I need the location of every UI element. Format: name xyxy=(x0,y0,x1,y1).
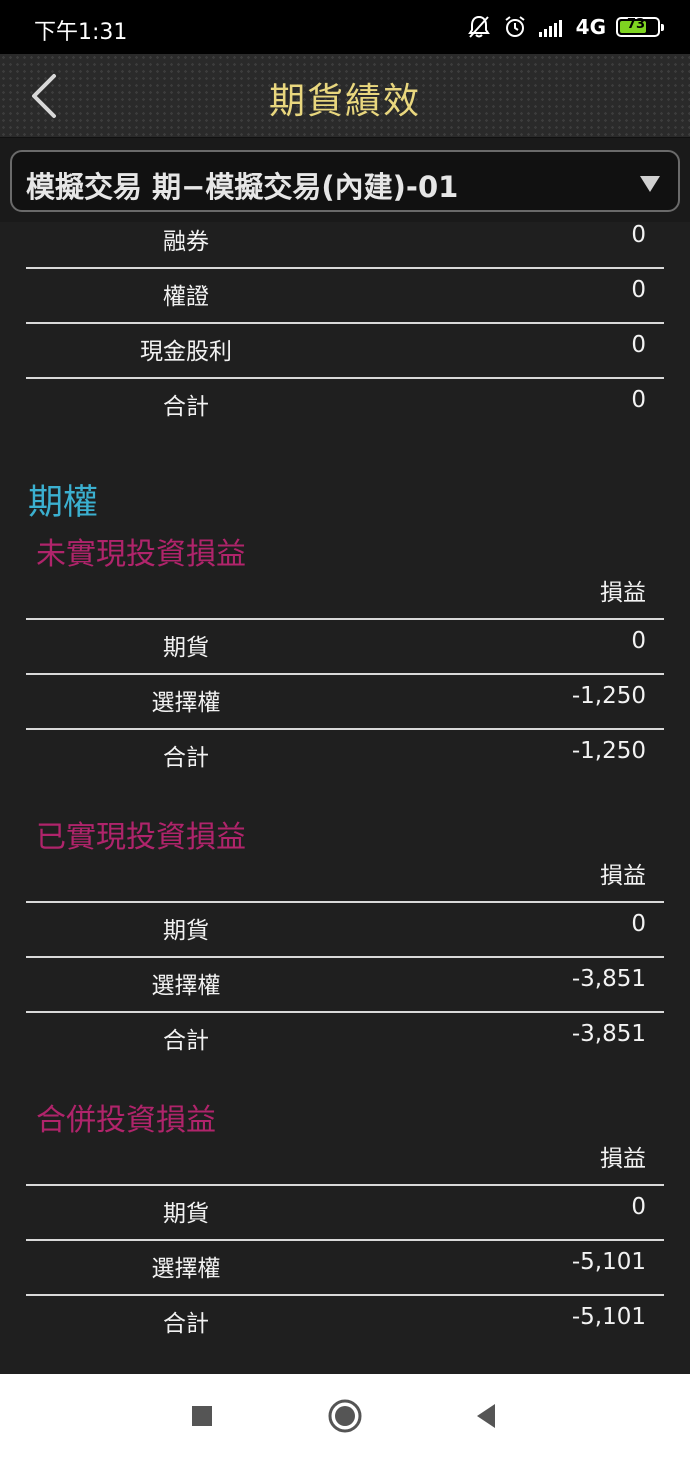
row-value: 0 xyxy=(631,277,646,303)
row-label: 現金股利 xyxy=(140,339,232,365)
performance-content[interactable]: 融券 0 權證 0 現金股利 0 合計 0 期權 未實現投資損益 損益 期貨 0… xyxy=(0,222,690,1374)
column-header-pnl: 損益 xyxy=(600,863,646,889)
account-bar: 模擬交易 期−模擬交易(內建)-01 xyxy=(0,138,690,222)
recent-apps-button[interactable] xyxy=(184,1398,220,1434)
table-row: 合計 -1,250 xyxy=(26,730,664,785)
row-label: 選擇權 xyxy=(151,690,221,716)
row-label: 選擇權 xyxy=(151,1256,221,1282)
table-row: 現金股利 0 xyxy=(26,324,664,379)
row-value: -5,101 xyxy=(571,1249,646,1275)
row-label: 期貨 xyxy=(163,635,209,661)
column-header-pnl: 損益 xyxy=(600,580,646,606)
row-value: 0 xyxy=(631,628,646,654)
table-header-row: 損益 xyxy=(26,565,664,620)
column-header-pnl: 損益 xyxy=(600,1146,646,1172)
battery-level-text: 73 xyxy=(626,17,646,32)
status-bar: 下午1:31 4G 73 xyxy=(0,0,690,54)
alarm-clock-icon xyxy=(505,16,525,37)
row-label: 融券 xyxy=(163,229,209,255)
section-title-options: 期權 xyxy=(28,483,99,523)
row-value: 0 xyxy=(631,387,646,413)
row-value: 0 xyxy=(631,332,646,358)
table-row: 期貨 0 xyxy=(26,1186,664,1241)
row-label: 合計 xyxy=(163,1028,209,1054)
row-value: -1,250 xyxy=(571,738,646,764)
table-row: 合計 -3,851 xyxy=(26,1013,664,1068)
square-icon xyxy=(192,1406,212,1426)
table-row: 合計 0 xyxy=(26,379,664,434)
page-title: 期貨績效 xyxy=(268,81,421,122)
signal-strength-icon xyxy=(538,20,562,37)
table-row: 權證 0 xyxy=(26,269,664,324)
table-row: 期貨 0 xyxy=(26,903,664,958)
account-dropdown[interactable]: 模擬交易 期−模擬交易(內建)-01 xyxy=(10,150,680,212)
table-row: 合計 -5,101 xyxy=(26,1296,664,1351)
row-value: -3,851 xyxy=(571,966,646,992)
row-value: 0 xyxy=(631,1194,646,1220)
home-button[interactable] xyxy=(327,1398,363,1434)
dropdown-arrow-icon xyxy=(640,176,660,192)
row-value: 0 xyxy=(631,222,646,248)
system-nav-bar xyxy=(0,1374,690,1457)
circle-home-icon xyxy=(328,1399,362,1433)
status-time: 下午1:31 xyxy=(34,20,128,45)
network-type-label: 4G xyxy=(575,15,606,39)
table-row: 選擇權 -3,851 xyxy=(26,958,664,1013)
table-row: 期貨 0 xyxy=(26,620,664,675)
row-label: 合計 xyxy=(163,394,209,420)
row-value: -5,101 xyxy=(571,1304,646,1330)
status-icons: 4G 73 xyxy=(466,12,664,42)
triangle-back-icon xyxy=(477,1404,495,1428)
table-row: 選擇權 -5,101 xyxy=(26,1241,664,1296)
table-header-row: 損益 xyxy=(26,848,664,903)
row-label: 合計 xyxy=(163,745,209,771)
system-back-button[interactable] xyxy=(468,1398,504,1434)
row-value: -1,250 xyxy=(571,683,646,709)
notification-muted-icon xyxy=(467,15,490,38)
row-value: 0 xyxy=(631,911,646,937)
table-header-row: 損益 xyxy=(26,1131,664,1186)
row-label: 權證 xyxy=(163,284,209,310)
row-label: 期貨 xyxy=(163,1201,209,1227)
battery-icon: 73 xyxy=(616,17,664,37)
account-selected-value: 模擬交易 期−模擬交易(內建)-01 xyxy=(26,170,459,204)
row-label: 合計 xyxy=(163,1311,209,1337)
nav-header: 期貨績效 xyxy=(0,54,690,138)
row-value: -3,851 xyxy=(571,1021,646,1047)
row-label: 選擇權 xyxy=(151,973,221,999)
row-label: 期貨 xyxy=(163,918,209,944)
table-row: 融券 0 xyxy=(26,222,664,269)
table-row: 選擇權 -1,250 xyxy=(26,675,664,730)
